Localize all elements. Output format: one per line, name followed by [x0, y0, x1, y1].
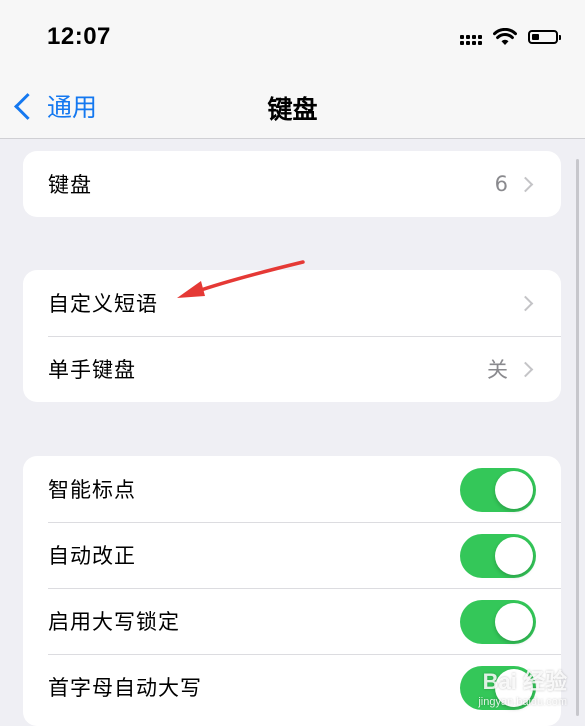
- chevron-right-icon: [517, 295, 534, 311]
- row-label: 启用大写锁定: [48, 610, 180, 634]
- row-label: 智能标点: [48, 478, 136, 502]
- chevron-right-icon: [517, 176, 534, 192]
- status-bar: 12:07: [0, 0, 585, 78]
- auto-correction-toggle[interactable]: [460, 534, 536, 578]
- wifi-icon: [493, 28, 517, 45]
- cellular-signal-icon: [460, 29, 482, 45]
- row-caps-lock: 启用大写锁定: [23, 588, 561, 654]
- row-keyboards[interactable]: 键盘 6: [23, 151, 561, 217]
- toggle-knob: [495, 471, 533, 509]
- settings-group-keyboards: 键盘 6: [23, 151, 561, 217]
- watermark-url: jingyan.baidu.com: [478, 696, 567, 708]
- row-label: 自定义短语: [48, 292, 158, 316]
- row-auto-correction: 自动改正: [23, 522, 561, 588]
- settings-content[interactable]: 键盘 6 自定义短语 单手键盘 关 智能标点 自动改正 启用大写锁定 首字母自动…: [0, 139, 585, 726]
- battery-icon: [528, 30, 561, 44]
- row-label: 键盘: [48, 173, 92, 197]
- row-smart-punctuation: 智能标点: [23, 456, 561, 522]
- row-accessory: [508, 270, 534, 336]
- row-label: 首字母自动大写: [48, 676, 202, 700]
- watermark-logo: Bai 经验: [482, 669, 567, 694]
- watermark: Bai 经验 jingyan.baidu.com: [478, 664, 567, 708]
- row-label: 自动改正: [48, 544, 136, 568]
- chevron-right-icon: [517, 361, 534, 377]
- row-accessory: 关: [487, 336, 534, 402]
- toggle-knob: [495, 537, 533, 575]
- row-accessory: 6: [494, 151, 534, 217]
- row-value: 关: [487, 358, 508, 382]
- row-one-handed-keyboard[interactable]: 单手键盘 关: [23, 336, 561, 402]
- battery-level: [532, 34, 539, 40]
- page-title: 键盘: [267, 95, 318, 124]
- navigation-bar: 通用 键盘: [0, 78, 585, 139]
- row-value: 6: [494, 172, 508, 196]
- toggle-knob: [495, 603, 533, 641]
- caps-lock-toggle[interactable]: [460, 600, 536, 644]
- status-time: 12:07: [47, 23, 111, 50]
- annotation-arrow-icon: [177, 260, 305, 298]
- smart-punctuation-toggle[interactable]: [460, 468, 536, 512]
- scrollbar[interactable]: [576, 159, 579, 716]
- row-label: 单手键盘: [48, 358, 136, 382]
- status-icons: [460, 28, 561, 46]
